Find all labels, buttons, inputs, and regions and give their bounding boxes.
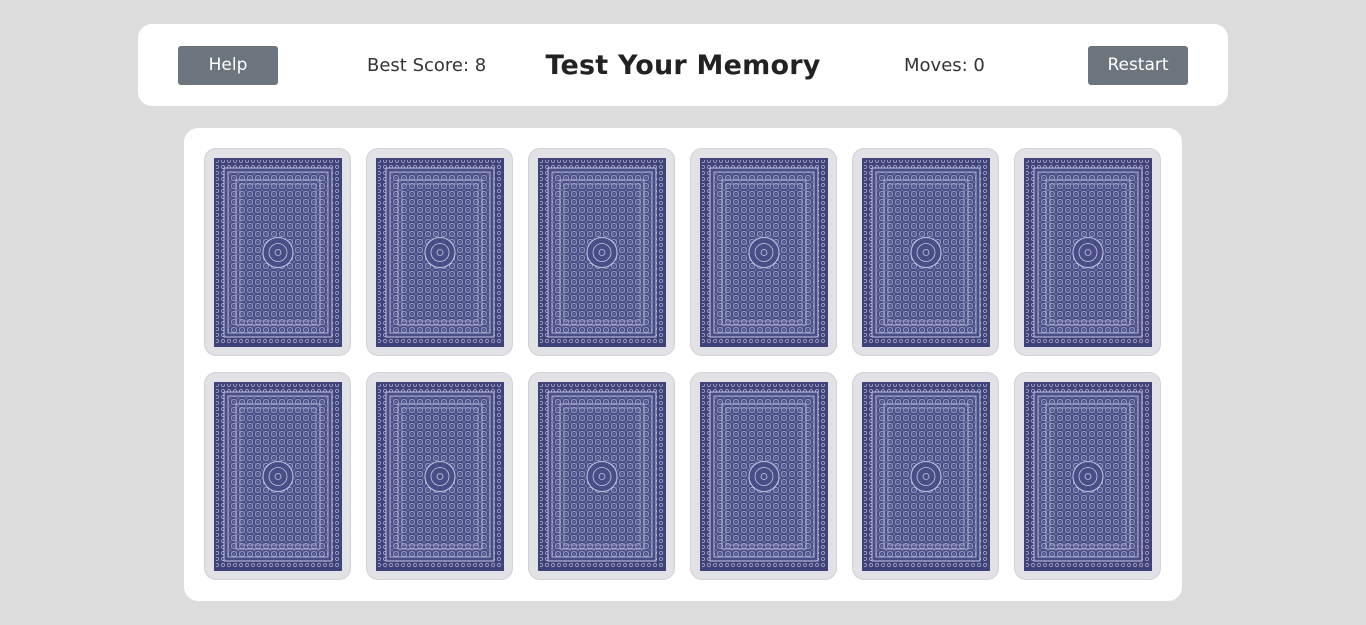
game-title: Test Your Memory — [545, 50, 821, 81]
memory-card[interactable] — [204, 372, 351, 580]
restart-button[interactable]: Restart — [1088, 46, 1188, 85]
card-back-pattern — [214, 382, 342, 571]
card-back-pattern — [700, 158, 828, 347]
memory-card[interactable] — [366, 372, 513, 580]
memory-card[interactable] — [528, 372, 675, 580]
memory-card[interactable] — [366, 148, 513, 356]
card-back-pattern — [1024, 382, 1152, 571]
card-back-pattern — [214, 158, 342, 347]
memory-card[interactable] — [690, 148, 837, 356]
memory-card[interactable] — [690, 372, 837, 580]
memory-card[interactable] — [1014, 148, 1161, 356]
card-board — [184, 128, 1182, 601]
card-back-pattern — [1024, 158, 1152, 347]
memory-card[interactable] — [852, 148, 999, 356]
memory-card[interactable] — [528, 148, 675, 356]
memory-card[interactable] — [1014, 372, 1161, 580]
card-back-pattern — [862, 382, 990, 571]
card-back-pattern — [376, 158, 504, 347]
top-bar: Help Best Score: 8 Test Your Memory Move… — [138, 24, 1228, 106]
card-back-pattern — [376, 382, 504, 571]
card-back-pattern — [538, 382, 666, 571]
moves-counter: Moves: 0 — [904, 55, 985, 76]
memory-card[interactable] — [204, 148, 351, 356]
card-back-pattern — [538, 158, 666, 347]
memory-card[interactable] — [852, 372, 999, 580]
card-back-pattern — [700, 382, 828, 571]
card-back-pattern — [862, 158, 990, 347]
